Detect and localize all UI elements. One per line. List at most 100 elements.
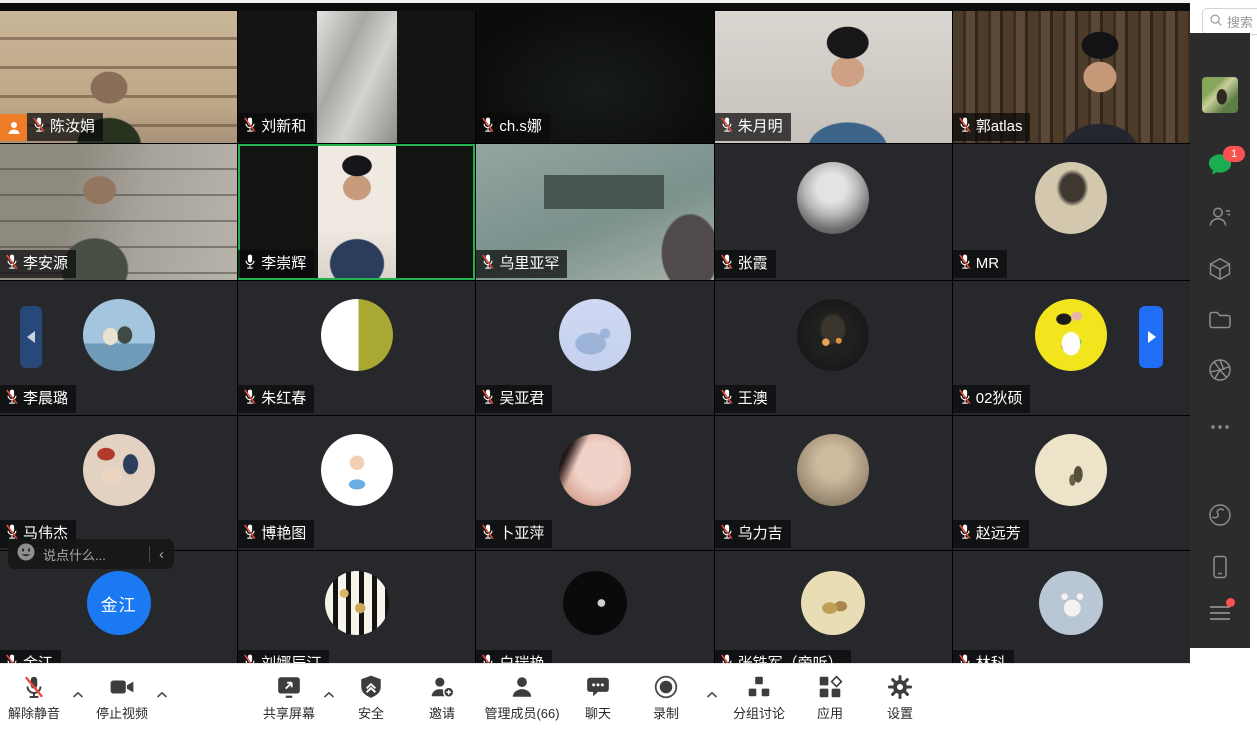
mic-muted-icon [481, 653, 495, 663]
prev-page-button[interactable] [20, 306, 42, 368]
participant-name-row: 乌力吉 [715, 520, 791, 548]
participant-tile[interactable]: 朱红春 [238, 281, 475, 415]
mic-muted-icon [481, 523, 495, 545]
participant-name-row: 张霞 [715, 250, 776, 278]
avatar [559, 299, 631, 371]
participant-tile[interactable]: 赵远芳 [953, 416, 1190, 550]
phone-icon[interactable] [1207, 554, 1233, 585]
mic-muted-icon [958, 523, 972, 545]
unread-badge: 1 [1223, 146, 1245, 162]
participant-name: ch.s娜 [499, 118, 542, 135]
meeting-toolbar: 结束会议 解除静音停止视频共享屏幕安全邀请管理成员(66)聊天录制分组讨论应用设… [0, 663, 1190, 730]
files-icon[interactable] [1207, 307, 1233, 338]
screen: 陈汝娟 刘新和 ch.s娜 朱月明 [0, 0, 1257, 730]
participant-name: 张霞 [738, 255, 768, 272]
participant-tile[interactable]: 博艳图 [238, 416, 475, 550]
wechat-nav: 1 [1190, 33, 1250, 648]
mic-muted-icon [958, 388, 972, 410]
participant-name-row: 王澳 [715, 385, 776, 413]
record-icon [624, 673, 708, 700]
participant-name-row: 张铁军（旁听） [715, 650, 851, 663]
chat-input[interactable]: 说点什么... [43, 545, 106, 564]
avatar [325, 571, 389, 635]
quick-chat-bar[interactable]: 说点什么... ‹ [8, 539, 174, 569]
participant-name: 白瑞艳 [499, 655, 544, 663]
divider [149, 546, 150, 562]
participant-tile[interactable]: 陈汝娟 [0, 11, 237, 143]
next-page-button[interactable] [1139, 306, 1163, 368]
mic-muted-icon [243, 116, 257, 138]
participant-tile[interactable]: 吴亚君 [476, 281, 713, 415]
more-icon[interactable] [1207, 418, 1233, 436]
arrow-right-icon [1148, 331, 1162, 343]
participant-tile[interactable]: 张霞 [715, 144, 952, 280]
mic-muted-icon [481, 116, 495, 138]
search-icon [1209, 13, 1223, 30]
avatar [797, 299, 869, 371]
participant-name: 朱月明 [738, 118, 783, 135]
avatar [1035, 299, 1107, 371]
participant-tile[interactable]: 白瑞艳 [476, 551, 713, 663]
chevron-up-icon[interactable] [156, 686, 168, 704]
search-input[interactable]: 搜索 [1202, 8, 1257, 35]
participant-tile[interactable]: ch.s娜 [476, 11, 713, 143]
participant-tile[interactable]: 郭atlas [953, 11, 1190, 143]
wechat-sidebar: 搜索 1 [1190, 0, 1257, 730]
record-button[interactable]: 录制 [624, 673, 708, 722]
contacts-icon[interactable] [1207, 204, 1233, 235]
participant-tile[interactable]: 马伟杰 [0, 416, 237, 550]
mic-muted-icon [720, 116, 734, 138]
participant-name: 张铁军（旁听） [738, 655, 843, 663]
avatar [321, 434, 393, 506]
participant-name: 王澳 [738, 390, 768, 407]
avatar [559, 434, 631, 506]
collapse-chatbar-button[interactable]: ‹ [157, 547, 166, 562]
emoji-icon[interactable] [16, 542, 36, 567]
avatar [83, 434, 155, 506]
arrow-left-icon [21, 331, 35, 343]
host-badge [0, 114, 27, 141]
participant-name-row: 乌里亚罕 [476, 250, 567, 278]
mic-muted-icon [958, 653, 972, 663]
mini-programs-icon[interactable] [1207, 502, 1233, 533]
participant-tile[interactable]: 乌里亚罕 [476, 144, 713, 280]
avatar [1035, 162, 1107, 234]
participant-name-row: 刘娜辰汀 [238, 650, 329, 663]
favorites-icon[interactable] [1207, 256, 1233, 287]
mic-muted-icon [5, 253, 19, 275]
participant-tile[interactable]: 林科 [953, 551, 1190, 663]
participant-name: MR [976, 255, 999, 272]
mic-muted-icon [243, 388, 257, 410]
participant-tile[interactable]: 王澳 [715, 281, 952, 415]
participant-tile[interactable]: 朱月明 [715, 11, 952, 143]
participant-name: 吴亚君 [499, 390, 544, 407]
share-screen-button[interactable]: 共享屏幕 [247, 673, 331, 722]
mic-muted-icon [5, 388, 19, 410]
stop-video-button[interactable]: 停止视频 [80, 673, 164, 722]
user-avatar[interactable] [1202, 77, 1238, 113]
participant-name-row: 金江 [0, 650, 61, 663]
participant-tile[interactable]: 李安源 [0, 144, 237, 280]
participant-tile[interactable]: 乌力吉 [715, 416, 952, 550]
unmute-button[interactable]: 解除静音 [0, 673, 76, 722]
participant-name: 李安源 [23, 255, 68, 272]
settings-button[interactable]: 设置 [858, 673, 942, 722]
avatar [797, 434, 869, 506]
stop-video-icon [80, 673, 164, 700]
avatar [563, 571, 627, 635]
participant-tile[interactable]: 刘新和 [238, 11, 475, 143]
mic-muted-icon [720, 253, 734, 275]
participant-name: 李晨璐 [23, 390, 68, 407]
participant-name-row: 白瑞艳 [476, 650, 552, 663]
avatar [321, 299, 393, 371]
participant-tile[interactable]: MR [953, 144, 1190, 280]
moments-icon[interactable] [1207, 357, 1233, 388]
participant-name-row: 刘新和 [238, 113, 314, 141]
participant-tile[interactable]: 张铁军（旁听） [715, 551, 952, 663]
participant-tile[interactable]: 卜亚萍 [476, 416, 713, 550]
participant-tile[interactable]: 刘娜辰汀 [238, 551, 475, 663]
avatar [1035, 434, 1107, 506]
mic-muted-icon [243, 653, 257, 663]
mic-muted-icon [958, 116, 972, 138]
participant-tile[interactable]: 李崇辉 [238, 144, 475, 280]
